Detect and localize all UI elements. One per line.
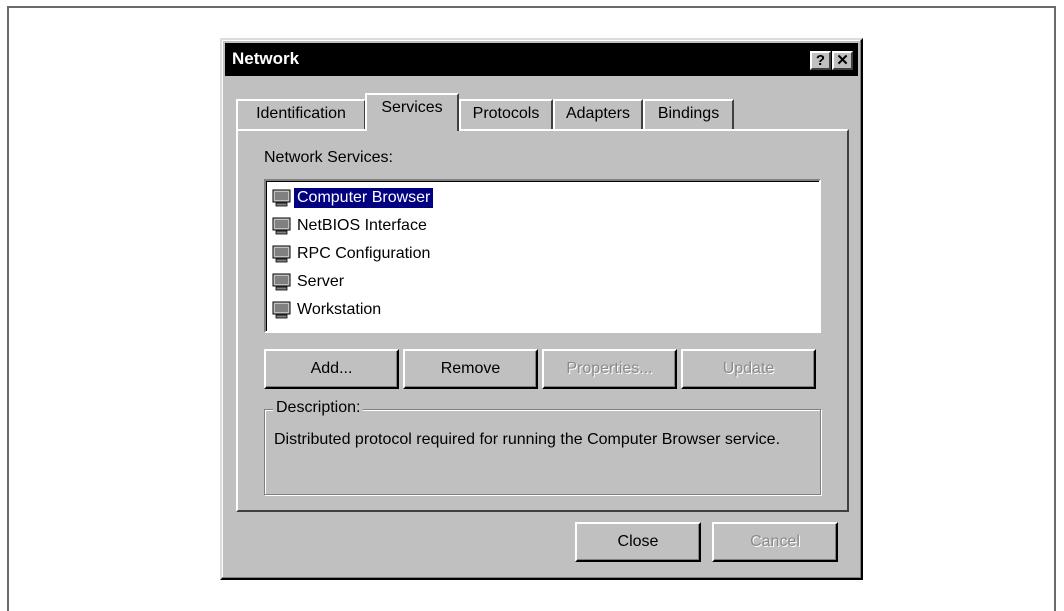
list-item[interactable]: Server bbox=[272, 269, 347, 295]
update-button[interactable]: Update bbox=[681, 349, 816, 389]
title-bar[interactable]: Network ? ✕ bbox=[225, 43, 858, 76]
tab-label: Identification bbox=[256, 105, 346, 122]
tab-label: Protocols bbox=[472, 105, 540, 122]
window-title: Network bbox=[232, 49, 300, 68]
description-text: Distributed protocol required for runnin… bbox=[274, 431, 781, 448]
list-item-label: Server bbox=[297, 273, 345, 290]
tab-adapters[interactable]: Adapters bbox=[553, 99, 643, 129]
description-legend: Description: bbox=[273, 399, 364, 417]
description-groupbox: Description: Distributed protocol requir… bbox=[264, 399, 821, 495]
add-button[interactable]: Add... bbox=[264, 349, 399, 389]
service-icon bbox=[272, 245, 291, 263]
tab-bindings[interactable]: Bindings bbox=[643, 99, 734, 129]
list-item[interactable]: NetBIOS Interface bbox=[272, 213, 430, 239]
list-item[interactable]: Computer Browser bbox=[272, 185, 434, 211]
tab-services[interactable]: Services bbox=[365, 93, 459, 131]
network-services-label: Network Services: bbox=[264, 149, 393, 166]
network-services-list[interactable]: Computer Browser NetBIOS Interface RPC C… bbox=[264, 179, 821, 333]
service-icon bbox=[272, 217, 291, 235]
service-icon bbox=[272, 189, 291, 207]
network-dialog: Network ? ✕ Identification Services Prot… bbox=[220, 38, 863, 580]
remove-button[interactable]: Remove bbox=[403, 349, 538, 389]
close-button[interactable]: Close bbox=[575, 522, 701, 562]
tab-label: Bindings bbox=[657, 105, 720, 122]
help-button[interactable]: ? bbox=[810, 51, 831, 70]
service-icon bbox=[272, 301, 291, 319]
close-window-button[interactable]: ✕ bbox=[832, 51, 853, 70]
tab-label: Services bbox=[381, 99, 443, 116]
list-item-label: NetBIOS Interface bbox=[297, 217, 427, 234]
tab-identification[interactable]: Identification bbox=[236, 99, 366, 129]
cancel-button[interactable]: Cancel bbox=[712, 522, 838, 562]
properties-button[interactable]: Properties... bbox=[542, 349, 677, 389]
list-item-label: RPC Configuration bbox=[297, 245, 431, 262]
tab-label: Adapters bbox=[565, 105, 631, 122]
services-panel: Network Services: Computer Browser NetBI… bbox=[236, 129, 849, 512]
tab-protocols[interactable]: Protocols bbox=[459, 99, 553, 129]
service-icon bbox=[272, 273, 291, 291]
list-item-label: Workstation bbox=[297, 301, 382, 318]
list-item[interactable]: Workstation bbox=[272, 297, 384, 323]
list-item-label: Computer Browser bbox=[294, 188, 434, 208]
list-item[interactable]: RPC Configuration bbox=[272, 241, 433, 267]
